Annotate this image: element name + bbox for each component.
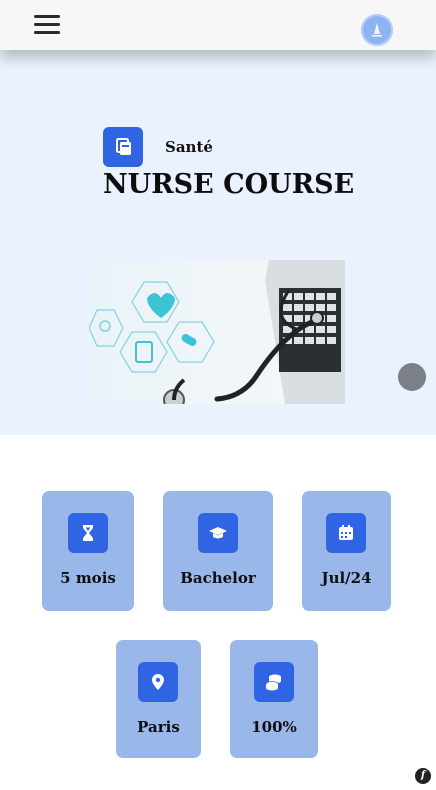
detail-card-duration[interactable]: 5 mois (42, 491, 134, 611)
course-image (88, 260, 345, 411)
duration-label: 5 mois (60, 569, 116, 587)
category-label: Santé (165, 138, 213, 156)
detail-card-funding[interactable]: 100% (230, 640, 318, 758)
degree-label: Bachelor (180, 569, 256, 587)
coins-icon (254, 662, 294, 702)
hero-section: Santé NURSE COURSE (0, 50, 436, 435)
user-avatar-icon[interactable] (361, 14, 393, 46)
hourglass-icon (68, 513, 108, 553)
location-label: Paris (137, 718, 180, 736)
page-title: NURSE COURSE (103, 169, 355, 200)
book-icon (103, 127, 143, 167)
top-bar (0, 0, 436, 50)
brand-badge-icon: f (415, 768, 431, 784)
hamburger-icon[interactable] (34, 15, 60, 35)
calendar-icon (326, 513, 366, 553)
detail-card-location[interactable]: Paris (116, 640, 201, 758)
detail-card-degree[interactable]: Bachelor (163, 491, 273, 611)
start-date-label: Jul/24 (321, 569, 372, 587)
graduation-cap-icon (198, 513, 238, 553)
funding-label: 100% (251, 718, 297, 736)
location-pin-icon (138, 662, 178, 702)
floating-button[interactable] (398, 363, 426, 391)
detail-card-date[interactable]: Jul/24 (302, 491, 391, 611)
